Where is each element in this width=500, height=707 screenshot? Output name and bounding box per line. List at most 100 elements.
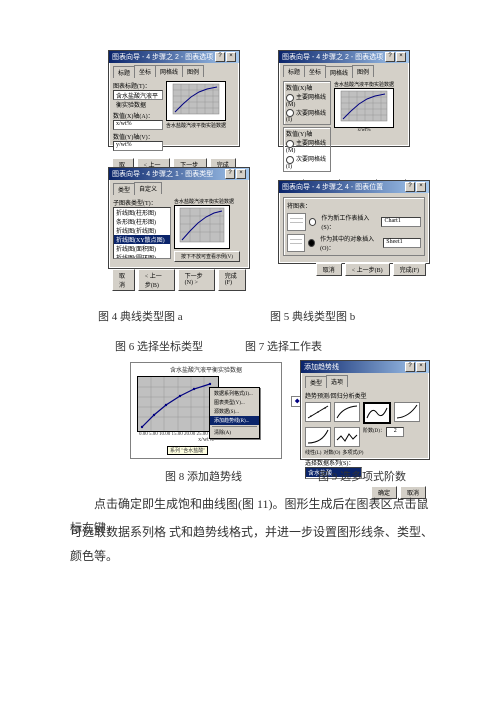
titlebar[interactable]: 添加趋势线 ?× bbox=[301, 361, 429, 373]
titlebar[interactable]: 图表向导 - 4 步骤之 1 - 图表类型 ?× bbox=[109, 168, 249, 180]
menu-item-clear[interactable]: 清除(A) bbox=[210, 428, 259, 437]
tab-type[interactable]: 类型 bbox=[113, 183, 135, 195]
radio-icon[interactable] bbox=[308, 239, 315, 247]
trend-movavg[interactable] bbox=[334, 427, 360, 447]
help-icon[interactable]: ? bbox=[405, 362, 415, 372]
context-menu[interactable]: 数据系列格式(I)... 图表类型(Y)... 源数据(S)... 添加趋势线(… bbox=[209, 387, 260, 439]
dialog-fig6: 图表向导 - 4 步骤之 1 - 图表类型 ?× 类型 自定义 子图表类型(T)… bbox=[108, 167, 250, 269]
group-y-label: 数值(Y)轴 bbox=[286, 129, 328, 138]
titlebar[interactable]: 图表向导 - 4 步骤之 2 - 图表选项 ? × bbox=[109, 51, 239, 63]
tab-axes[interactable]: 坐标 bbox=[134, 65, 156, 77]
label-chart-title: 图表标题(T)： bbox=[113, 81, 163, 90]
input-new-sheet[interactable]: Chart1 bbox=[381, 217, 421, 227]
tab-custom[interactable]: 自定义 bbox=[134, 182, 162, 194]
worksheet-icon bbox=[287, 234, 305, 252]
window-controls: ? × bbox=[385, 52, 406, 62]
btn-next[interactable]: 下一步(N) > bbox=[178, 269, 215, 291]
input-x-axis[interactable]: x/wt% bbox=[113, 120, 163, 130]
list-item[interactable]: 折线图(圆环图) bbox=[114, 253, 170, 259]
close-icon[interactable]: × bbox=[396, 52, 406, 62]
chart-plot bbox=[137, 376, 219, 432]
chart-title: 含水盐酸汽液平衡实验数据 bbox=[131, 363, 281, 376]
tab-grid[interactable]: 网格线 bbox=[155, 65, 183, 77]
close-icon[interactable]: × bbox=[416, 362, 426, 372]
tab-grid[interactable]: 网格线 bbox=[325, 66, 353, 78]
titlebar[interactable]: 图表向导 - 4 步骤之 2 - 图表选项 ? × bbox=[279, 51, 409, 63]
tab-legend[interactable]: 图例 bbox=[182, 65, 204, 77]
menu-item-sourcedata[interactable]: 源数据(S)... bbox=[210, 407, 259, 416]
close-icon[interactable]: × bbox=[236, 169, 246, 179]
caption-fig8: 图 8 添加趋势线 bbox=[165, 468, 242, 484]
menu-item-addtrendline[interactable]: 添加趋势线(R)... bbox=[210, 416, 259, 425]
close-icon[interactable]: × bbox=[416, 182, 426, 192]
caption-fig6: 图 6 选择坐标类型 bbox=[115, 338, 203, 354]
trend-power[interactable] bbox=[394, 402, 420, 422]
list-item[interactable]: 折线图(XY散点图) bbox=[114, 235, 170, 244]
worksheet-icon bbox=[287, 213, 306, 231]
btn-prev[interactable]: < 上一步(B) bbox=[138, 269, 175, 291]
tab-row: 标题 坐标 网格线 图例 bbox=[279, 63, 409, 77]
menu-separator bbox=[212, 426, 257, 427]
group-x-label: 数值(X)轴 bbox=[286, 83, 328, 92]
dialog-fig5: 图表向导 - 4 步骤之 2 - 图表选项 ? × 标题 坐标 网格线 图例 数… bbox=[278, 50, 410, 147]
title-text: 图表向导 - 4 步骤之 4 - 图表位置 bbox=[282, 182, 383, 192]
trend-label-1: 对数(O) bbox=[323, 449, 340, 456]
preview-caption: 含水盐酸汽液平衡实验数据 bbox=[166, 122, 226, 129]
list-item[interactable]: 折线图(折线图) bbox=[114, 226, 170, 235]
tooltip: 系列 "含水盐酸" bbox=[167, 446, 208, 455]
btn-press-preview[interactable]: 按下不放可查看示例(V) bbox=[174, 251, 240, 262]
tab-titles[interactable]: 标题 bbox=[113, 66, 135, 78]
trend-linear[interactable] bbox=[305, 402, 331, 422]
input-order[interactable]: 2 bbox=[386, 427, 404, 437]
chart-preview bbox=[166, 81, 226, 121]
preview-title: 含水盐酸汽液平衡实验数据 bbox=[334, 81, 394, 88]
tab-options[interactable]: 选项 bbox=[326, 375, 348, 387]
title-text: 添加趋势线 bbox=[304, 362, 339, 372]
trend-label-2: 多项式(P) bbox=[342, 449, 363, 456]
input-object-in[interactable]: Sheet1 bbox=[383, 238, 421, 248]
btn-finish[interactable]: 完成(F) bbox=[393, 263, 426, 276]
trend-poly[interactable] bbox=[363, 402, 391, 424]
para-line2: 可选取数据系列格 式和趋势线格式，并进一步设置图形线条、类型、颜色等。 bbox=[70, 520, 440, 568]
list-item[interactable]: 条形图(柱形图) bbox=[114, 217, 170, 226]
caption-fig7: 图 7 选择工作表 bbox=[245, 338, 322, 354]
chart-type-list[interactable]: 折线图(柱形图) 条形图(柱形图) 折线图(折线图) 折线图(XY散点图) 折线… bbox=[113, 207, 171, 259]
group-label: 将图表： bbox=[287, 201, 421, 210]
tab-titles[interactable]: 标题 bbox=[283, 65, 305, 77]
list-item[interactable]: 折线图(柱形图) bbox=[114, 208, 170, 217]
list-item[interactable]: 折线图(面积图) bbox=[114, 244, 170, 253]
preview-title: 含水盐酸汽液平衡实验数据 bbox=[174, 198, 240, 205]
close-icon[interactable]: × bbox=[226, 52, 236, 62]
btn-prev[interactable]: < 上一步(B) bbox=[345, 263, 390, 276]
radio-icon[interactable] bbox=[309, 218, 317, 226]
menu-item-format[interactable]: 数据系列格式(I)... bbox=[210, 389, 259, 398]
tab-legend[interactable]: 图例 bbox=[352, 65, 374, 77]
btn-cancel[interactable]: 取消 bbox=[112, 269, 135, 291]
title-text: 图表向导 - 4 步骤之 2 - 图表选项 bbox=[282, 52, 383, 62]
tab-axes[interactable]: 坐标 bbox=[304, 65, 326, 77]
chart-area-fig8[interactable]: 含水盐酸汽液平衡实验数据 ◆ 含水盐酸 0.0 bbox=[130, 362, 282, 459]
list-header: 子图表类型(T)： bbox=[113, 198, 171, 207]
checkbox-icon[interactable] bbox=[286, 94, 294, 102]
checkbox-icon[interactable] bbox=[286, 140, 294, 148]
window-controls: ? × bbox=[215, 52, 236, 62]
btn-cancel[interactable]: 取消 bbox=[316, 263, 342, 276]
tab-row: 类型 选项 bbox=[301, 373, 429, 387]
trend-label-0: 线性(L) bbox=[305, 449, 321, 456]
series-label: 选择数据系列(S)： bbox=[305, 458, 425, 467]
input-chart-title[interactable]: 含水盐酸汽液平衡实验数据 bbox=[113, 90, 163, 100]
checkbox-icon[interactable] bbox=[286, 156, 294, 164]
help-icon[interactable]: ? bbox=[225, 169, 235, 179]
titlebar[interactable]: 图表向导 - 4 步骤之 4 - 图表位置 ?× bbox=[279, 181, 429, 193]
trend-exp[interactable] bbox=[305, 427, 331, 447]
help-icon[interactable]: ? bbox=[405, 182, 415, 192]
opt-new-sheet: 作为新工作表插入(S)： bbox=[321, 213, 378, 231]
tab-row: 标题 坐标 网格线 图例 bbox=[109, 63, 239, 77]
btn-finish[interactable]: 完成(F) bbox=[218, 269, 246, 291]
tab-type[interactable]: 类型 bbox=[305, 376, 327, 388]
trend-log[interactable] bbox=[334, 402, 360, 422]
help-icon[interactable]: ? bbox=[385, 52, 395, 62]
help-icon[interactable]: ? bbox=[215, 52, 225, 62]
input-y-axis[interactable]: y/wt% bbox=[113, 141, 163, 151]
menu-item-charttype[interactable]: 图表类型(Y)... bbox=[210, 398, 259, 407]
